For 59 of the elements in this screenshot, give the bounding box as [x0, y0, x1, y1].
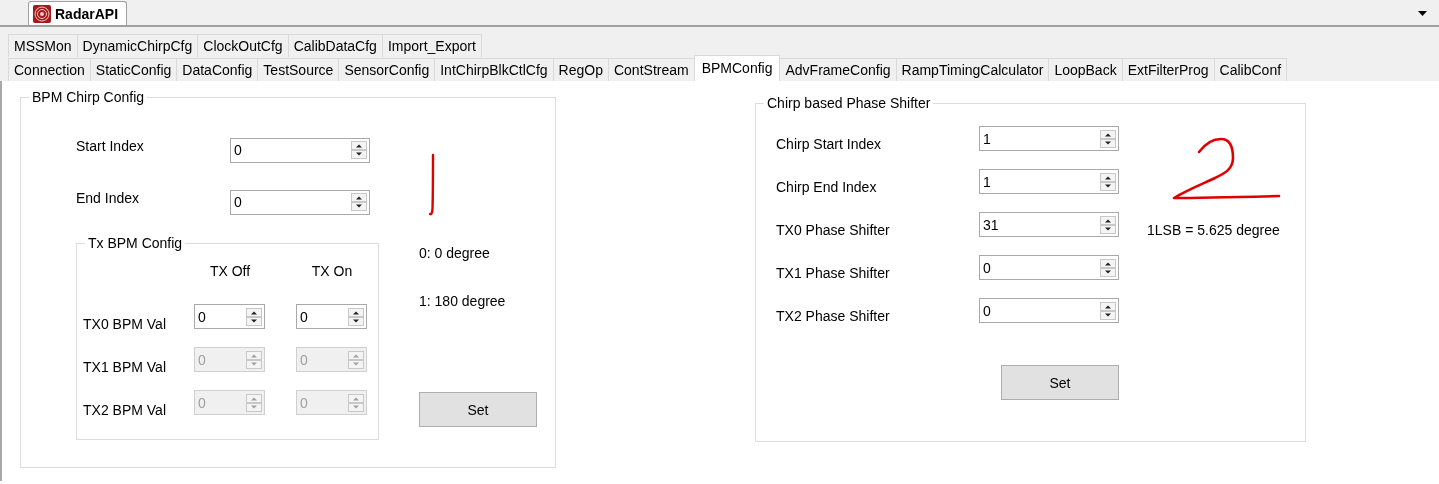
field-label: Start Index [76, 138, 145, 154]
spin-arrows-icon[interactable] [351, 141, 367, 159]
dropdown-caret-icon[interactable] [1418, 11, 1427, 16]
spin-field[interactable]: 1 [979, 126, 1119, 151]
column-header: TX On [310, 263, 354, 281]
spin-arrows-icon[interactable] [1100, 258, 1116, 277]
spin-arrows-icon[interactable] [1100, 172, 1116, 191]
document-tab[interactable]: RadarAPI [28, 1, 128, 25]
spin-field[interactable]: 0 [194, 304, 265, 329]
field-label: TX1 Phase Shifter [776, 264, 891, 281]
tab[interactable]: Connection [8, 58, 91, 81]
group-title: Chirp based Phase Shifter [766, 95, 932, 111]
field-label: TX0 Phase Shifter [776, 221, 891, 238]
set-button[interactable]: Set [419, 392, 537, 427]
note-text: 0: 0 degree [419, 245, 491, 261]
spin-arrows-icon[interactable] [1100, 215, 1116, 234]
spin-arrows-icon[interactable] [348, 307, 364, 326]
field-label: TX2 Phase Shifter [776, 307, 891, 324]
tab[interactable]: LoopBack [1048, 58, 1123, 81]
spin-field[interactable]: 1 [979, 169, 1119, 194]
spin-arrows-icon[interactable] [351, 193, 367, 211]
tab[interactable]: ExtFilterProg [1121, 58, 1215, 81]
radar-logo-icon [33, 4, 51, 23]
tab[interactable]: MSSMon [8, 34, 78, 57]
handwritten-mark-drawing [428, 153, 436, 217]
note-text: 1LSB = 5.625 degree [1147, 222, 1281, 238]
tab[interactable]: AdvFrameConfig [779, 58, 897, 81]
tab[interactable]: ClockOutCfg [197, 34, 289, 57]
spin-field[interactable]: 0 [979, 298, 1119, 323]
spin-arrows-icon[interactable] [1100, 301, 1116, 320]
spin-field[interactable]: 0 [979, 255, 1119, 280]
field-label: TX2 BPM Val [83, 402, 167, 418]
spin-field[interactable]: 0 [230, 137, 370, 163]
tab[interactable]: StaticConfig [89, 58, 178, 81]
tab[interactable]: CalibDataCfg [287, 34, 383, 57]
tab[interactable]: BPMConfig [693, 55, 781, 81]
tab[interactable]: DataConfig [176, 58, 259, 81]
spin-field[interactable]: 31 [979, 212, 1119, 237]
spin-field[interactable]: 0 [230, 189, 370, 215]
field-label: TX0 BPM Val [83, 316, 167, 332]
field-label: Chirp Start Index [776, 135, 883, 152]
column-header: TX Off [208, 263, 252, 281]
note-text: 1: 180 degree [419, 293, 507, 309]
set-button[interactable]: Set [1001, 365, 1119, 400]
spin-arrows-icon[interactable] [1100, 129, 1116, 148]
tab[interactable]: IntChirpBlkCtlCfg [434, 58, 554, 81]
field-label: TX1 BPM Val [83, 359, 167, 375]
field-label: Chirp End Index [776, 178, 878, 195]
spin-arrows-icon[interactable] [246, 307, 262, 326]
group-title: Tx BPM Config [87, 235, 184, 251]
tab[interactable]: Import_Export [381, 34, 482, 57]
tab[interactable]: SensorConfig [338, 58, 436, 81]
field-label: End Index [76, 190, 141, 206]
tab[interactable]: CalibConf [1213, 58, 1288, 81]
spin-field[interactable]: 0 [296, 304, 367, 329]
group-title: BPM Chirp Config [31, 89, 146, 105]
tab[interactable]: RegOp [552, 58, 609, 81]
tab[interactable]: DynamicChirpCfg [76, 34, 199, 57]
tab[interactable]: RampTimingCalculator [895, 58, 1050, 81]
